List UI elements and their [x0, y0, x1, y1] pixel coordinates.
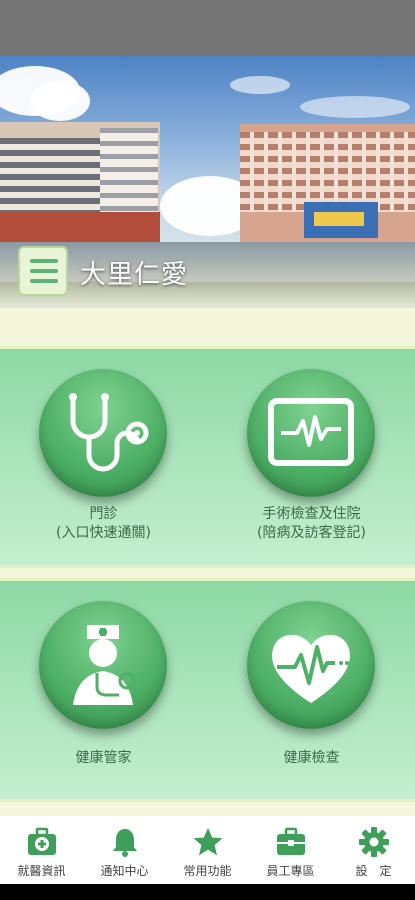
tile-surgery-label-2: (陪病及訪客登記) — [257, 525, 366, 541]
tile-row-1: 門診 (入口快速通關) 手術檢查及住院 (陪病及訪客登記) — [0, 346, 415, 568]
tab-settings-label: 設 定 — [355, 864, 392, 878]
tab-notifications-label: 通知中心 — [100, 864, 149, 878]
tile-row-2: 健康管家 健康檢查 — [0, 578, 415, 802]
bottom-tabbar: 就醫資訊 通知中心 常用功能 員工專區 設 定 — [0, 816, 415, 884]
tab-settings[interactable]: 設 定 — [332, 816, 415, 884]
bell-icon — [113, 829, 137, 857]
tile-health-manager-label: 健康管家 — [75, 750, 132, 766]
tile-surgery-inpatient[interactable]: 手術檢查及住院 (陪病及訪客登記) — [208, 349, 415, 565]
tab-favorites[interactable]: 常用功能 — [166, 816, 249, 884]
medical-kit-icon — [28, 827, 56, 855]
system-nav-bar — [0, 884, 415, 900]
tile-health-checkup[interactable]: 健康檢查 — [208, 581, 415, 799]
tab-staff-area[interactable]: 員工專區 — [249, 816, 332, 884]
tile-outpatient-label-1: 門診 — [89, 506, 118, 522]
app-title: 大里仁愛 — [80, 260, 189, 290]
status-bar — [0, 0, 415, 56]
main-grid: 門診 (入口快速通關) 手術檢查及住院 (陪病及訪客登記) 健康管家 健康檢查 — [0, 308, 415, 816]
tab-notifications[interactable]: 通知中心 — [83, 816, 166, 884]
tab-medical-info-label: 就醫資訊 — [17, 864, 66, 878]
nurse-icon — [73, 625, 136, 705]
tab-staff-area-label: 員工專區 — [266, 864, 315, 878]
menu-button[interactable] — [18, 246, 68, 296]
tile-outpatient-label-2: (入口快速通關) — [56, 525, 151, 541]
heart-pulse-icon — [272, 634, 350, 703]
star-icon — [193, 828, 223, 856]
briefcase-icon — [277, 827, 305, 855]
tile-outpatient[interactable]: 門診 (入口快速通關) — [0, 349, 207, 565]
tab-favorites-label: 常用功能 — [183, 864, 232, 878]
tile-surgery-label-1: 手術檢查及住院 — [262, 506, 361, 522]
stethoscope-icon — [69, 393, 149, 472]
gear-icon — [359, 827, 389, 857]
monitor-heartbeat-icon — [268, 398, 354, 466]
tile-health-manager[interactable]: 健康管家 — [0, 581, 207, 799]
tab-medical-info[interactable]: 就醫資訊 — [0, 816, 83, 884]
tile-health-checkup-label: 健康檢查 — [283, 750, 340, 766]
